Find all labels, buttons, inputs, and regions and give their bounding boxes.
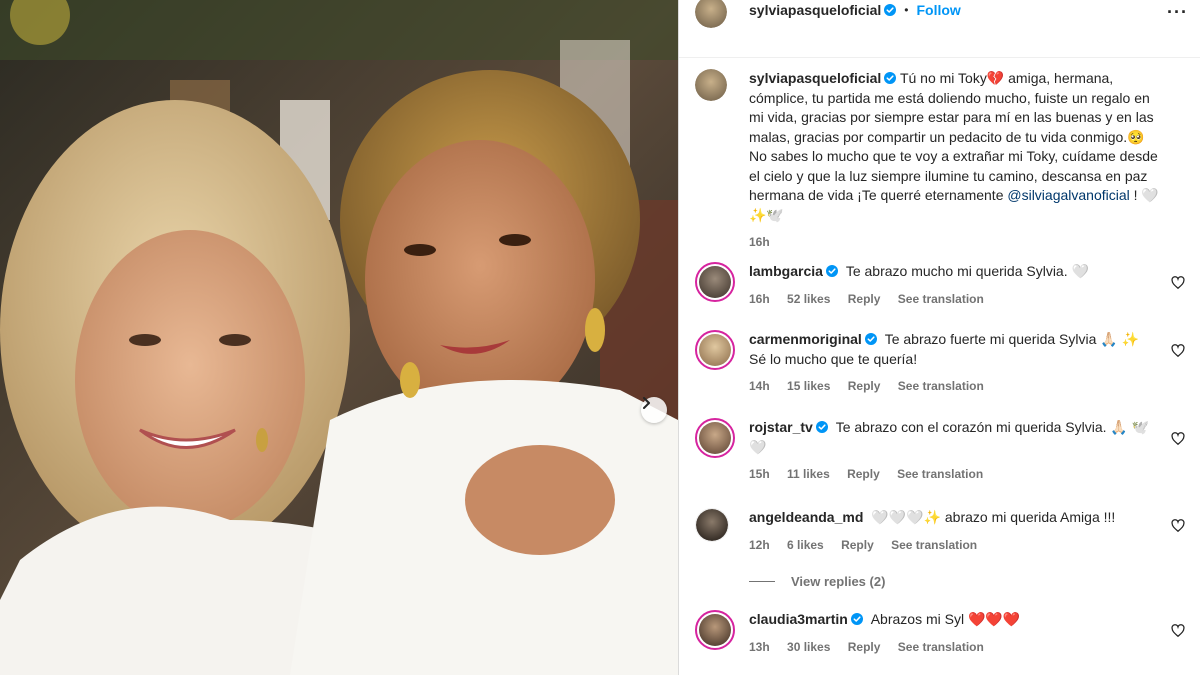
caption-mention-link[interactable]: @silviagalvanoficial: [1007, 187, 1129, 203]
comment-likes[interactable]: 11 likes: [787, 467, 830, 481]
comment-body: rojstar_tv Te abrazo con el corazón mi q…: [749, 418, 1159, 485]
commenter-avatar[interactable]: [695, 418, 735, 458]
header-author-row: sylviapasqueloficial • Follow: [749, 2, 961, 18]
commenter-avatar[interactable]: [695, 262, 735, 302]
see-translation-button[interactable]: See translation: [891, 538, 977, 552]
comment-text: 🤍🤍🤍✨ abrazo mi querida Amiga !!!: [871, 509, 1116, 525]
heart-outline-icon[interactable]: [1171, 432, 1185, 446]
comment-time: 12h: [749, 537, 770, 552]
chevron-right-icon: [643, 397, 650, 409]
comment-time: 15h: [749, 467, 770, 481]
verified-badge-icon: [884, 72, 897, 84]
comment-meta: 12h 6 likes Reply See translation: [749, 536, 1159, 556]
post-header: sylviapasqueloficial • Follow ···: [679, 0, 1200, 58]
author-avatar[interactable]: [695, 0, 727, 28]
commenter-username[interactable]: claudia3martin: [749, 611, 848, 627]
heart-outline-icon[interactable]: [1171, 624, 1185, 638]
verified-badge-icon: [864, 333, 877, 345]
heart-outline-icon[interactable]: [1171, 344, 1185, 358]
comment-body: claudia3martin Abrazos mi Syl ❤️❤️❤️ 13h…: [749, 610, 1159, 657]
heart-outline-icon[interactable]: [1171, 519, 1185, 533]
comment-text: Te abrazo mucho mi querida Sylvia. 🤍: [845, 263, 1089, 279]
verified-badge-icon: [850, 613, 863, 625]
photo-illustration: [0, 0, 678, 675]
next-photo-button[interactable]: [641, 397, 667, 423]
comment-body: carmenmoriginal Te abrazo fuerte mi quer…: [749, 330, 1159, 397]
verified-badge-icon: [815, 421, 828, 433]
header-separator: •: [904, 3, 909, 17]
comment-meta: 15h 11 likes Reply See translation: [749, 465, 1159, 485]
heart-outline-icon[interactable]: [1171, 276, 1185, 290]
commenter-username[interactable]: lambgarcia: [749, 263, 823, 279]
commenter-username[interactable]: angeldeanda_md: [749, 509, 863, 525]
see-translation-button[interactable]: See translation: [897, 467, 983, 481]
reply-button[interactable]: Reply: [848, 640, 881, 654]
commenter-username[interactable]: carmenmoriginal: [749, 331, 862, 347]
see-translation-button[interactable]: See translation: [898, 640, 984, 654]
post-side-panel: sylviapasqueloficial • Follow ··· sylvia…: [679, 0, 1200, 675]
comment-body: angeldeanda_md 🤍🤍🤍✨ abrazo mi querida Am…: [749, 508, 1159, 555]
reply-button[interactable]: Reply: [848, 292, 881, 306]
reply-button[interactable]: Reply: [841, 538, 874, 552]
author-username[interactable]: sylviapasqueloficial: [749, 2, 881, 18]
comment-likes[interactable]: 15 likes: [787, 379, 830, 393]
commenter-avatar[interactable]: [695, 508, 729, 542]
comment-text: Abrazos mi Syl ❤️❤️❤️: [870, 611, 1021, 627]
caption-text: Tú no mi Toky💔 amiga, hermana, cómplice,…: [749, 70, 1158, 203]
comment-meta: 14h 15 likes Reply See translation: [749, 377, 1159, 397]
post-photo: [0, 0, 678, 675]
view-replies-line: [749, 581, 775, 582]
view-replies-label: View replies (2): [791, 574, 886, 589]
see-translation-button[interactable]: See translation: [898, 379, 984, 393]
comment-time: 13h: [749, 639, 770, 654]
comment-likes[interactable]: 30 likes: [787, 640, 830, 654]
caption-timestamp: 16h: [749, 235, 770, 249]
reply-button[interactable]: Reply: [848, 379, 881, 393]
commenter-avatar[interactable]: [695, 610, 735, 650]
follow-button[interactable]: Follow: [917, 2, 961, 18]
comment-body: lambgarcia Te abrazo mucho mi querida Sy…: [749, 262, 1159, 309]
more-options-icon[interactable]: ···: [1167, 2, 1188, 23]
verified-badge-icon: [825, 265, 838, 277]
comment-meta: 13h 30 likes Reply See translation: [749, 638, 1159, 658]
see-translation-button[interactable]: See translation: [898, 292, 984, 306]
comment-likes[interactable]: 6 likes: [787, 538, 824, 552]
reply-button[interactable]: Reply: [847, 467, 880, 481]
comment-likes[interactable]: 52 likes: [787, 292, 830, 306]
commenter-username[interactable]: rojstar_tv: [749, 419, 813, 435]
comment-time: 14h: [749, 379, 770, 393]
caption-author-avatar[interactable]: [695, 69, 727, 101]
verified-badge-icon: [884, 4, 897, 16]
commenter-avatar[interactable]: [695, 330, 735, 370]
post-caption: sylviapasqueloficial Tú no mi Toky💔 amig…: [749, 69, 1164, 253]
view-replies-button[interactable]: View replies (2): [749, 574, 885, 589]
comment-time: 16h: [749, 291, 770, 306]
comment-meta: 16h 52 likes Reply See translation: [749, 290, 1159, 310]
caption-author-username[interactable]: sylviapasqueloficial: [749, 70, 881, 86]
